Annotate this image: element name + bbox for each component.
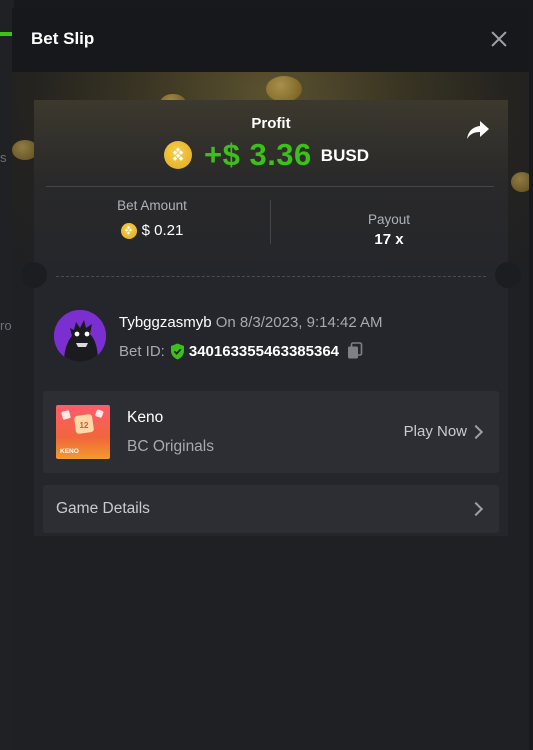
profit-label: Profit [251,115,291,132]
bet-amount-label: Bet Amount [117,198,187,213]
chevron-right-icon [468,424,484,440]
modal-title: Bet Slip [31,29,95,48]
ticket-notch-left [21,262,47,288]
keno-game-thumbnail: 12 KENO [56,405,110,459]
game-provider: BC Originals [127,438,214,455]
play-now-button[interactable]: Play Now [404,423,467,440]
avatar[interactable] [54,310,106,362]
keno-ball-number: 12 [80,421,89,430]
chevron-right-icon [468,501,484,517]
bet-amount-stat: Bet Amount $ 0.21 [34,198,270,239]
user-line: Tybggzasmyb On 8/3/2023, 9:14:42 AM [119,314,383,331]
game-row[interactable]: 12 KENO Keno BC Originals Play Now [43,391,499,473]
game-name: Keno [127,409,164,426]
decorative-coin [266,76,302,102]
close-icon[interactable] [488,28,510,50]
background-text: ro [0,318,12,333]
payout-stat: Payout 17 x [271,212,507,248]
busd-coin-icon [120,222,137,239]
verified-shield-icon [170,343,185,360]
profit-section: Profit +$ 3.36 BUSD Bet Amount $ 0.21 Pa… [34,100,508,270]
dashed-divider [56,276,486,277]
background-text: s [0,150,7,165]
copy-icon[interactable] [347,342,363,360]
bet-amount-value-row: $ 0.21 [34,222,270,239]
username[interactable]: Tybggzasmyb [119,314,212,331]
profit-row: +$ 3.36 BUSD [164,137,369,173]
decorative-coin [511,172,529,192]
game-details-row[interactable]: Game Details [43,485,499,533]
game-details-label: Game Details [56,500,150,517]
bet-slip-modal: Bet Slip Profit +$ 3.36 BUSD Bet Amount … [12,8,529,750]
share-icon[interactable] [466,119,490,141]
busd-coin-icon [164,141,192,169]
bet-id-line: Bet ID: 340163355463385364 [119,342,363,360]
bet-card: Profit +$ 3.36 BUSD Bet Amount $ 0.21 Pa… [21,100,521,536]
keno-thumb-label: KENO [60,448,79,455]
bet-datetime: 8/3/2023, 9:14:42 AM [239,314,383,331]
payout-label: Payout [367,212,411,227]
bet-id-value: 340163355463385364 [188,342,340,360]
bet-id-label: Bet ID: [119,342,165,360]
divider [46,186,494,187]
bet-amount-value: $ 0.21 [141,222,184,239]
profit-currency: BUSD [320,146,369,165]
payout-value: 17 x [374,231,404,248]
on-label: On [215,314,236,331]
modal-header: Bet Slip [12,8,529,72]
profit-amount: +$ 3.36 [204,137,312,172]
ticket-notch-right [495,262,521,288]
